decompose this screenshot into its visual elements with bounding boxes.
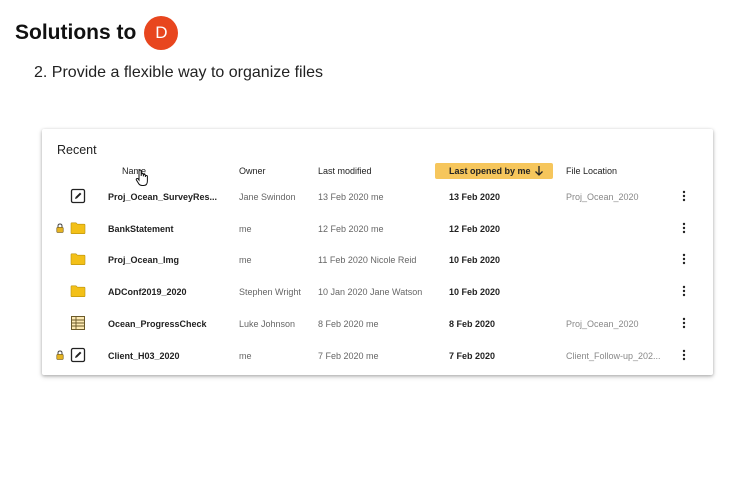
recent-files-panel: Recent Name Owner Last modified Last ope… bbox=[42, 129, 713, 375]
panel-title: Recent bbox=[57, 143, 97, 157]
file-owner: Luke Johnson bbox=[239, 318, 296, 329]
heading-text: Solutions to bbox=[15, 21, 137, 44]
arrow-down-icon bbox=[535, 166, 543, 176]
file-owner: me bbox=[239, 255, 252, 266]
subtitle: 2. Provide a flexible way to organize fi… bbox=[34, 64, 324, 81]
file-last-modified: 10 Jan 2020 Jane Watson bbox=[318, 287, 423, 298]
file-last-opened: 13 Feb 2020 bbox=[449, 192, 501, 202]
file-owner: me bbox=[239, 350, 252, 361]
folder-icon bbox=[70, 251, 86, 267]
column-header-last-modified[interactable]: Last modified bbox=[318, 166, 372, 176]
file-last-modified: 7 Feb 2020 me bbox=[318, 350, 379, 361]
lock-icon bbox=[56, 349, 64, 360]
file-name: Proj_Ocean_Img bbox=[108, 255, 180, 266]
file-last-opened: 12 Feb 2020 bbox=[449, 223, 501, 234]
column-header-file-location[interactable]: File Location bbox=[566, 166, 617, 176]
file-location: Proj_Ocean_2020 bbox=[566, 318, 639, 329]
more-options-icon[interactable] bbox=[680, 221, 688, 235]
heading: Solutions to D bbox=[15, 16, 179, 50]
lock-icon bbox=[56, 223, 64, 233]
file-last-modified: 12 Feb 2020 me bbox=[318, 223, 384, 234]
document-edit-icon bbox=[70, 188, 86, 204]
file-last-opened: 10 Feb 2020 bbox=[449, 287, 501, 298]
file-last-opened: 8 Feb 2020 bbox=[449, 318, 496, 329]
more-options-icon[interactable] bbox=[680, 189, 688, 203]
file-name: Ocean_ProgressCheck bbox=[108, 318, 207, 329]
file-last-opened: 7 Feb 2020 bbox=[449, 350, 496, 361]
file-name: Client_H03_2020 bbox=[108, 350, 180, 361]
file-row[interactable]: BankStatement me 12 Feb 2020 me 12 Feb 2020 bbox=[42, 213, 713, 244]
file-name: ADConf2019_2020 bbox=[108, 287, 187, 298]
file-location: Proj_Ocean_2020 bbox=[566, 192, 639, 202]
column-header-last-opened[interactable]: Last opened by me bbox=[435, 163, 553, 179]
spreadsheet-icon bbox=[70, 315, 86, 331]
file-name: Proj_Ocean_SurveyRes... bbox=[108, 192, 218, 202]
file-row[interactable]: Client_H03_2020 me 7 Feb 2020 me 7 Feb 2020… bbox=[42, 340, 713, 371]
more-options-icon[interactable] bbox=[680, 348, 688, 362]
file-row[interactable]: ADConf2019_2020 Stephen Wright 10 Jan 2020… bbox=[42, 276, 713, 307]
file-last-opened: 10 Feb 2020 bbox=[449, 255, 501, 266]
more-options-icon[interactable] bbox=[680, 316, 688, 330]
file-name: BankStatement bbox=[108, 223, 174, 234]
file-owner: me bbox=[239, 223, 252, 234]
letter-badge: D bbox=[144, 16, 179, 50]
column-header-owner[interactable]: Owner bbox=[239, 166, 266, 176]
file-owner: Stephen Wright bbox=[239, 287, 301, 298]
file-owner: Jane Swindon bbox=[239, 192, 296, 202]
file-row[interactable]: Proj_Ocean_SurveyRes... Jane Swindon 13 Fe… bbox=[42, 181, 713, 212]
file-location: Client_Follow-up_202... bbox=[566, 350, 661, 361]
file-row[interactable]: Proj_Ocean_Img me 11 Feb 2020 Nicole Reid 1… bbox=[42, 244, 713, 275]
more-options-icon[interactable] bbox=[680, 284, 688, 298]
folder-icon bbox=[70, 220, 86, 236]
more-options-icon[interactable] bbox=[680, 252, 688, 266]
file-last-modified: 8 Feb 2020 me bbox=[318, 318, 379, 329]
document-edit-icon bbox=[70, 347, 86, 363]
file-last-modified: 11 Feb 2020 Nicole Reid bbox=[318, 255, 417, 266]
column-header-last-opened-label: Last opened by me bbox=[449, 166, 531, 176]
file-last-modified: 13 Feb 2020 me bbox=[318, 192, 384, 202]
file-row[interactable]: Ocean_ProgressCheck Luke Johnson 8 Feb 202… bbox=[42, 308, 713, 339]
folder-icon bbox=[70, 283, 86, 299]
